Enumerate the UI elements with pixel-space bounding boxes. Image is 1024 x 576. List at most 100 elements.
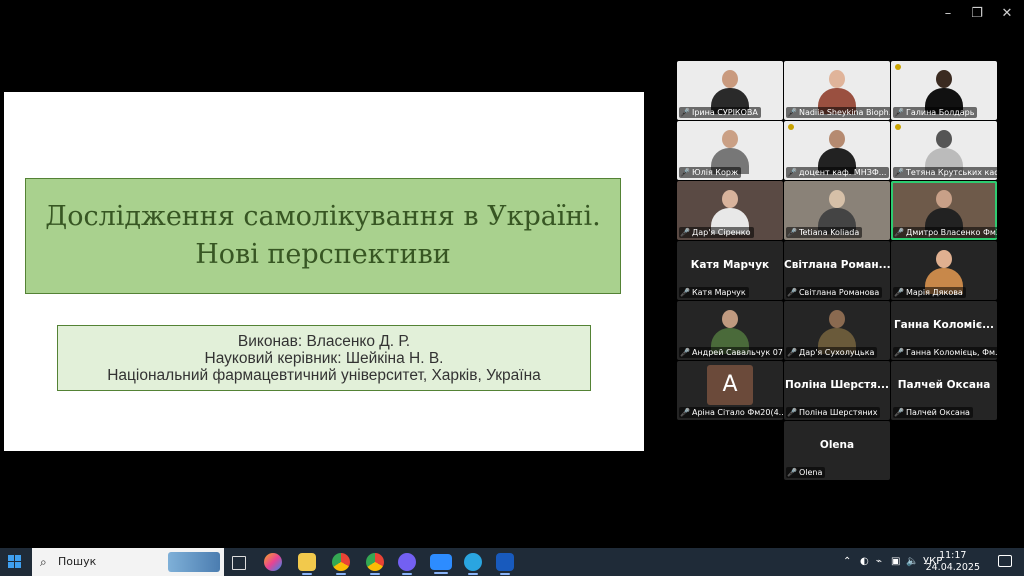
mic-muted-icon: 🎤 [894, 168, 904, 177]
participant-tile[interactable]: 🎤 Андрей Савальчук 07... [677, 301, 783, 360]
slide-supervisor: Науковий керівник: Шейкіна Н. В. [204, 349, 444, 367]
participant-display-name: Olena [819, 439, 855, 451]
mic-muted-icon: 🎤 [680, 108, 690, 117]
participant-display-name: Ганна Коломіє... [893, 319, 995, 331]
mic-muted-icon: 🎤 [680, 288, 690, 297]
participant-tile[interactable]: 🎤 Дар'я Сухолуцька [784, 301, 890, 360]
taskbar: ⌕ Пошук ⌃ ◐ ⌁ ▣ 🔈 УКР 11:17 24.04.2025 [0, 548, 1024, 576]
file-explorer-icon[interactable] [298, 553, 316, 575]
mic-muted-icon: 🎤 [894, 228, 904, 237]
participant-tile[interactable]: 🎤 доцент каф. МНЗФ... [784, 121, 890, 180]
participant-name: 🎤 Галина Болдарь [893, 107, 978, 118]
participant-tile[interactable]: A 🎤 Аріна Сітало Фм20(4... [677, 361, 783, 420]
participant-name: 🎤 Olena [786, 467, 826, 478]
close-button[interactable]: ✕ [997, 6, 1017, 21]
mic-muted-icon: 🎤 [894, 408, 904, 417]
taskbar-search[interactable]: ⌕ Пошук [32, 548, 224, 576]
bluetooth-icon[interactable]: ⌁ [876, 548, 882, 576]
mic-muted-icon: 🎤 [894, 108, 904, 117]
participant-name: 🎤 Tetiana Koliada [786, 227, 863, 238]
slide-title-line1: Дослідження самолікування в Україні. [45, 201, 601, 232]
mic-muted-icon: 🎤 [787, 168, 797, 177]
participant-tile[interactable]: 🎤 Марія Дякова [891, 241, 997, 300]
participant-display-name: Світлана Роман... [784, 259, 890, 271]
participant-name: 🎤 Марія Дякова [893, 287, 966, 298]
participant-name: 🎤 Дар'я Сухолуцька [786, 347, 878, 358]
participant-tile[interactable]: Світлана Роман... 🎤 Світлана Романова [784, 241, 890, 300]
mic-muted-icon: 🎤 [680, 228, 690, 237]
mic-muted-icon: 🎤 [787, 108, 797, 117]
university-logo-icon [895, 124, 903, 131]
search-highlight-image [168, 552, 220, 572]
task-view-icon[interactable] [232, 556, 246, 570]
telegram-icon[interactable] [464, 553, 482, 575]
slide-university: Національний фармацевтичний університет,… [107, 366, 541, 384]
windows-start-button[interactable] [8, 555, 22, 569]
participant-tile[interactable]: Палчей Оксана 🎤 Палчей Оксана [891, 361, 997, 420]
participant-tile[interactable]: 🎤 Галина Болдарь [891, 61, 997, 120]
notification-center-icon[interactable] [998, 555, 1012, 567]
slide-info-box: Виконав: Власенко Д. Р. Науковий керівни… [57, 325, 591, 391]
participant-name: 🎤Тетяна Крутських каф... [893, 167, 997, 178]
mic-muted-icon: 🎤 [680, 408, 690, 417]
chrome-profile-icon[interactable] [366, 553, 384, 575]
mic-muted-icon: 🎤 [894, 348, 904, 357]
search-label: Пошук [58, 555, 97, 568]
participant-name: 🎤 Катя Марчук [679, 287, 749, 298]
mic-muted-icon: 🎤 [680, 348, 690, 357]
participant-name: 🎤 Ірина СУРІКОВА [679, 107, 761, 118]
viber-icon[interactable] [398, 553, 416, 575]
participant-tile[interactable]: Катя Марчук 🎤 Катя Марчук [677, 241, 783, 300]
zoom-icon[interactable] [430, 554, 452, 574]
participant-name: 🎤 Ганна Коломієць, Фм... [893, 347, 997, 358]
participant-tile[interactable]: 🎤 Юлія Корж [677, 121, 783, 180]
restore-button[interactable]: ❐ [967, 6, 987, 21]
participant-name: 🎤Дмитро Власенко Фм24(... [893, 227, 997, 238]
participant-tile-active-speaker[interactable]: 🎤Дмитро Власенко Фм24(... [891, 181, 997, 240]
participant-name: 🎤 Nadiia Sheykina Bioph... [786, 107, 890, 118]
mic-muted-icon: 🎤 [787, 468, 797, 477]
chrome-icon[interactable] [332, 553, 350, 575]
participant-name: 🎤 Поліна Шерстяних [786, 407, 881, 418]
participant-tile[interactable]: 🎤 Дар'я Сіренко [677, 181, 783, 240]
participant-tile[interactable]: Olena 🎤 Olena [784, 421, 890, 480]
participant-name: 🎤 Палчей Оксана [893, 407, 973, 418]
copilot-icon[interactable] [264, 553, 282, 571]
meet-now-icon[interactable]: ◐ [860, 548, 869, 576]
participant-name: 🎤 Дар'я Сіренко [679, 227, 754, 238]
slide-author: Виконав: Власенко Д. Р. [237, 332, 411, 350]
participant-name: 🎤 Світлана Романова [786, 287, 883, 298]
minimize-button[interactable]: – [938, 6, 958, 21]
network-icon[interactable]: ▣ [891, 548, 900, 576]
participant-tile[interactable]: 🎤 Nadiia Sheykina Bioph... [784, 61, 890, 120]
mic-muted-icon: 🎤 [894, 288, 904, 297]
slide-title-box: Дослідження самолікування в Україні. Нов… [25, 178, 621, 294]
avatar: A [707, 365, 753, 405]
search-icon: ⌕ [40, 555, 47, 569]
mic-muted-icon: 🎤 [787, 288, 797, 297]
participant-gallery: 🎤 Ірина СУРІКОВА 🎤 Nadiia Sheykina Bioph..… [677, 61, 998, 482]
participant-tile[interactable]: 🎤Тетяна Крутських каф... [891, 121, 997, 180]
participant-display-name: Катя Марчук [690, 259, 770, 271]
participant-name: 🎤 Юлія Корж [679, 167, 742, 178]
clock-time: 11:17 [939, 550, 967, 561]
mic-muted-icon: 🎤 [787, 408, 797, 417]
show-hidden-icons[interactable]: ⌃ [843, 548, 851, 576]
volume-icon[interactable]: 🔈 [906, 548, 918, 576]
participant-display-name: Палчей Оксана [897, 379, 991, 391]
participant-tile[interactable]: Ганна Коломіє... 🎤 Ганна Коломієць, Фм... [891, 301, 997, 360]
shared-slide: Дослідження самолікування в Україні. Нов… [4, 92, 644, 451]
clock[interactable]: 11:17 24.04.2025 [926, 550, 980, 574]
participant-display-name: Поліна Шерстя... [785, 379, 889, 391]
mic-muted-icon: 🎤 [680, 168, 690, 177]
participant-name: 🎤 доцент каф. МНЗФ... [786, 167, 890, 178]
participant-tile[interactable]: 🎤 Ірина СУРІКОВА [677, 61, 783, 120]
mic-muted-icon: 🎤 [787, 228, 797, 237]
participant-tile[interactable]: Поліна Шерстя... 🎤 Поліна Шерстяних [784, 361, 890, 420]
participant-tile[interactable]: 🎤 Tetiana Koliada [784, 181, 890, 240]
word-icon[interactable] [496, 553, 514, 575]
university-logo-icon [788, 124, 796, 131]
clock-date: 24.04.2025 [925, 562, 980, 573]
participant-name: 🎤 Аріна Сітало Фм20(4... [679, 407, 783, 418]
mic-muted-icon: 🎤 [787, 348, 797, 357]
